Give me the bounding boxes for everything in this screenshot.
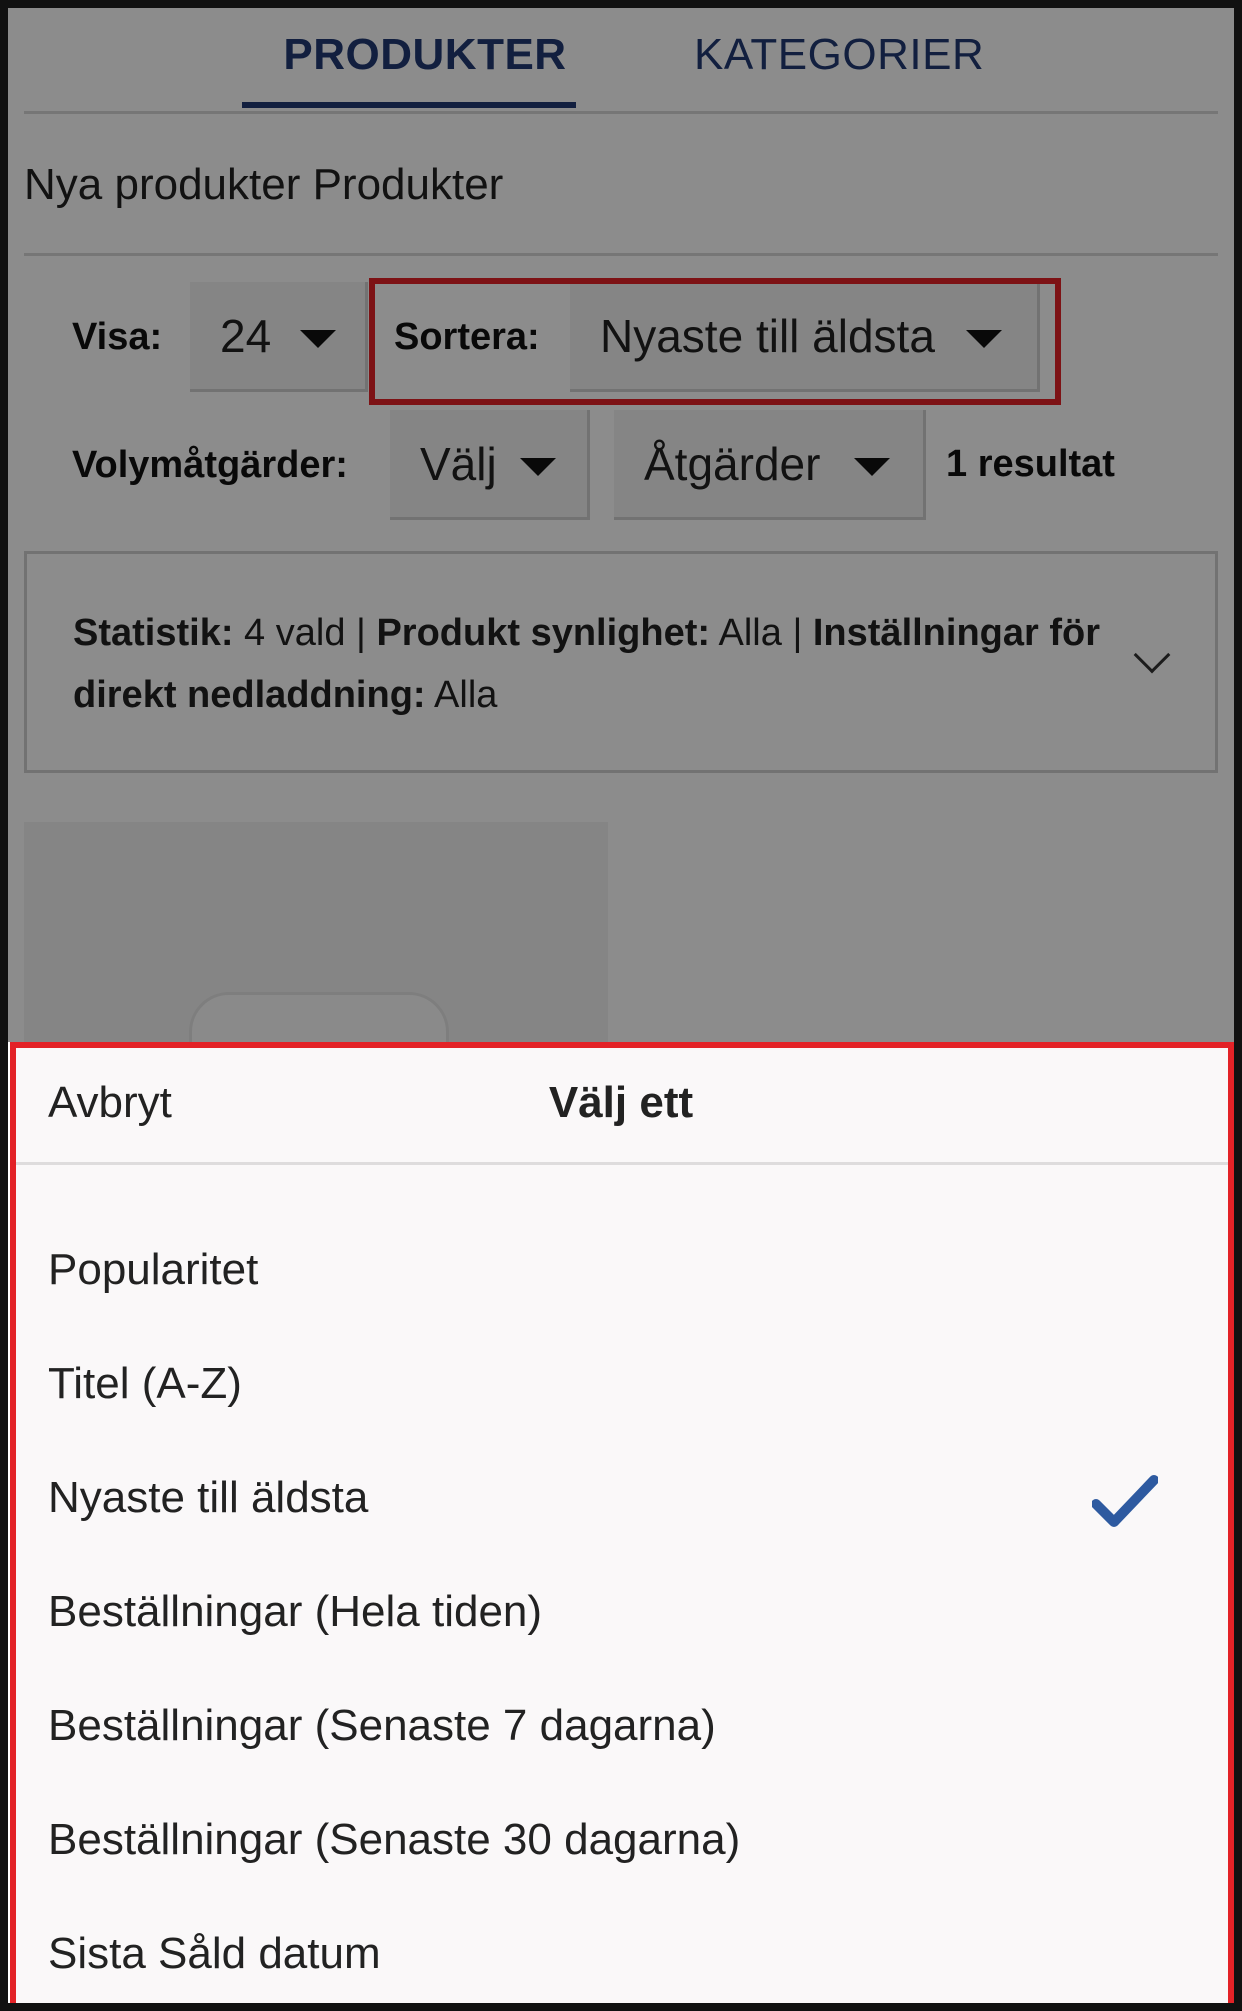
option-label: Beställningar (Senaste 30 dagarna) [48, 1815, 741, 1864]
option-orders-30-days[interactable]: Beställningar (Senaste 30 dagarna) [48, 1790, 1198, 1890]
option-newest-first[interactable]: Nyaste till äldsta [48, 1448, 1198, 1548]
sheet-header: Välj ett Avbryt [10, 1042, 1232, 1165]
modal-backdrop[interactable] [0, 0, 1242, 1042]
sort-picker-sheet: Välj ett Avbryt Popularitet Titel (A-Z) … [10, 1042, 1232, 2011]
checkmark-icon [1092, 1475, 1158, 1527]
option-orders-all-time[interactable]: Beställningar (Hela tiden) [48, 1562, 1198, 1662]
option-label: Nyaste till äldsta [48, 1473, 369, 1522]
option-label: Titel (A-Z) [48, 1359, 242, 1408]
option-label: Beställningar (Hela tiden) [48, 1587, 543, 1636]
option-label: Sista Såld datum [48, 1929, 381, 1978]
sheet-title: Välj ett [548, 1078, 694, 1127]
option-label: Popularitet [48, 1245, 259, 1294]
option-popularity[interactable]: Popularitet [48, 1220, 1198, 1320]
option-orders-7-days[interactable]: Beställningar (Senaste 7 dagarna) [48, 1676, 1198, 1776]
cancel-button[interactable]: Avbryt [48, 1078, 172, 1128]
option-last-sold-date[interactable]: Sista Såld datum [48, 1904, 1198, 2004]
option-label: Beställningar (Senaste 7 dagarna) [48, 1701, 716, 1750]
option-title-az[interactable]: Titel (A-Z) [48, 1334, 1198, 1434]
